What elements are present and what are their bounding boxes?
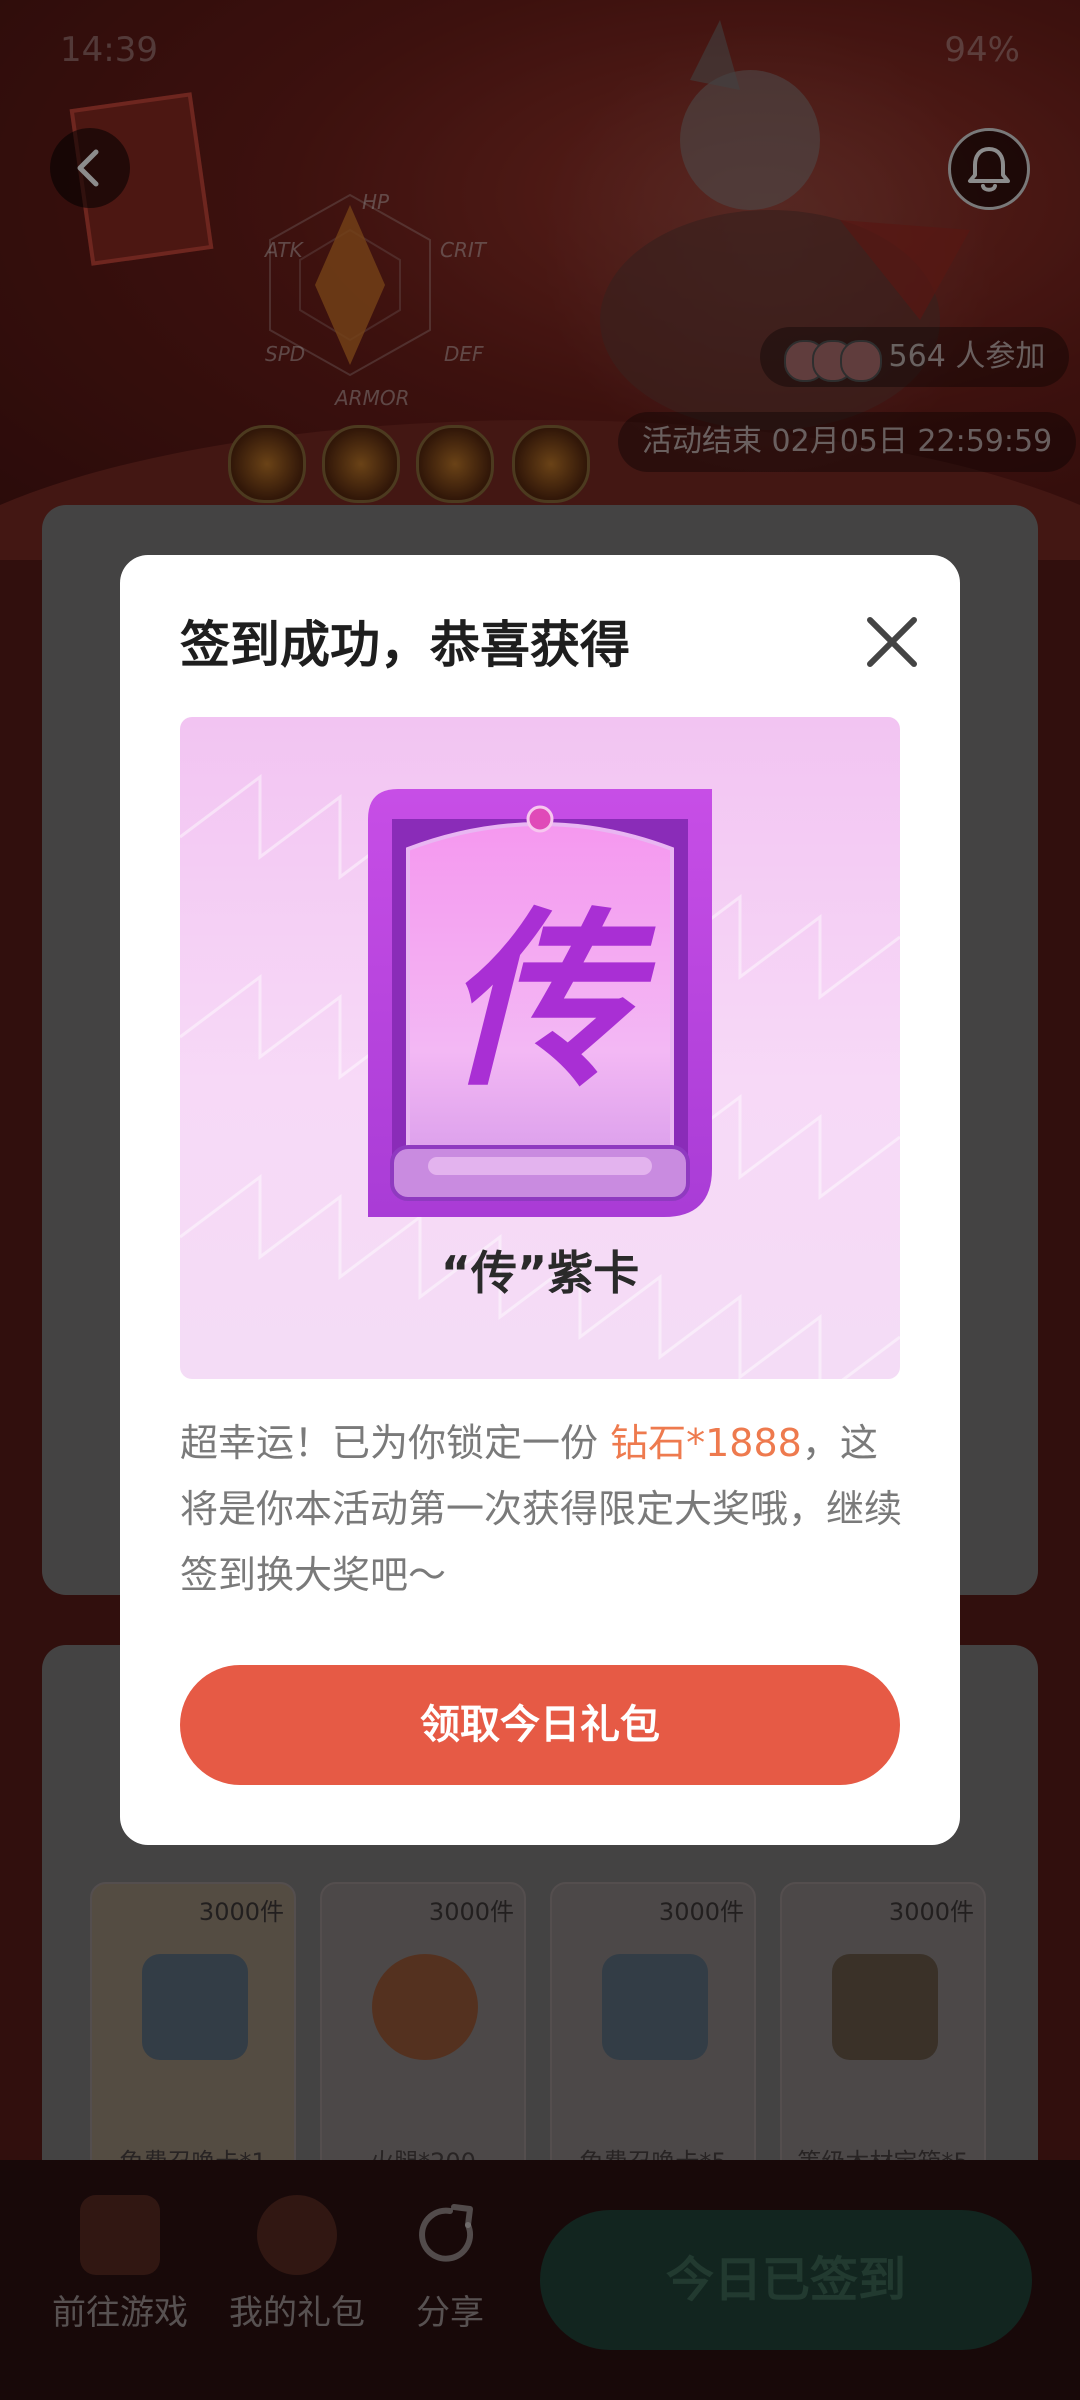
desc-prefix: 超幸运！已为你锁定一份 [180,1421,611,1465]
reward-panel: 传 “传”紫卡 [180,717,900,1379]
close-icon [867,617,917,667]
dialog-title: 签到成功，恭喜获得 [180,616,630,674]
reward-name: “传”紫卡 [440,1246,640,1300]
checkin-success-dialog: 签到成功，恭喜获得 传 “传”紫卡 超幸运！已为你锁定一份 钻石*1888，这将… [120,555,960,1845]
reward-description: 超幸运！已为你锁定一份 钻石*1888，这将是你本活动第一次获得限定大奖哦，继续… [180,1410,910,1608]
claim-daily-gift-button[interactable]: 领取今日礼包 [180,1665,900,1785]
close-button[interactable] [860,610,924,674]
purple-card-reward-image: 传 [368,789,712,1217]
reward-card-glyph: 传 [445,891,656,1112]
desc-highlight: 钻石*1888 [610,1421,802,1465]
